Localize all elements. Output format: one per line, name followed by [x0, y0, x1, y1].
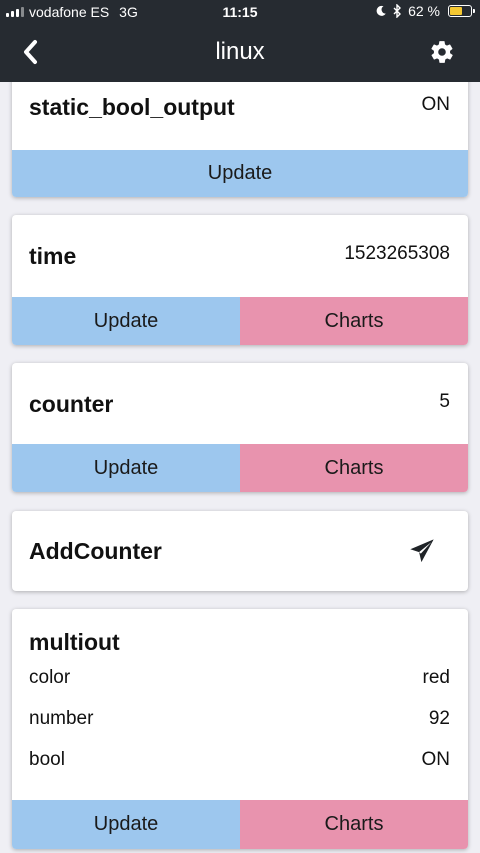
card-title: AddCounter — [29, 538, 162, 564]
card-multiout: multiout color red number 92 bool ON Upd… — [12, 609, 468, 849]
settings-button[interactable] — [426, 36, 458, 68]
card-title: time — [29, 243, 77, 269]
charts-button[interactable]: Charts — [240, 444, 468, 492]
update-button[interactable]: Update — [12, 297, 240, 345]
update-button[interactable]: Update — [12, 444, 240, 492]
multiout-row: bool ON — [12, 745, 468, 775]
row-label: number — [29, 708, 94, 729]
bluetooth-icon — [393, 4, 402, 18]
card-add-counter: AddCounter — [12, 511, 468, 591]
card-static-bool-output: static_bool_output ON Update — [12, 82, 468, 197]
page-title: linux — [215, 38, 265, 65]
content-area[interactable]: static_bool_output ON Update time 152326… — [0, 82, 480, 853]
charts-button[interactable]: Charts — [240, 297, 468, 345]
card-value: 5 — [439, 391, 450, 412]
multiout-row: color red — [12, 663, 468, 693]
card-counter: counter 5 Update Charts — [12, 363, 468, 492]
multiout-row: number 92 — [12, 704, 468, 734]
battery-percent: 62 % — [408, 3, 440, 19]
battery-icon — [448, 5, 475, 17]
charts-button[interactable]: Charts — [240, 800, 468, 849]
nav-bar: linux — [0, 24, 480, 82]
status-bar-right: 62 % — [375, 3, 475, 19]
row-label: color — [29, 667, 71, 688]
card-actions: Update — [12, 150, 468, 197]
gear-icon — [431, 41, 453, 63]
battery-fill — [450, 7, 462, 15]
card-time: time 1523265308 Update Charts — [12, 215, 468, 345]
row-value: red — [422, 667, 450, 688]
card-actions: Update Charts — [12, 297, 468, 345]
card-title: counter — [29, 391, 114, 417]
moon-icon — [376, 5, 386, 16]
row-value: ON — [421, 749, 451, 770]
card-value: ON — [421, 94, 451, 115]
status-bar: vodafone ES 3G 11:15 62 % — [0, 0, 480, 24]
back-button[interactable] — [12, 34, 48, 70]
card-actions: Update Charts — [12, 444, 468, 492]
row-label: bool — [29, 749, 65, 770]
send-button[interactable] — [404, 533, 440, 569]
send-icon — [410, 539, 434, 563]
update-button[interactable]: Update — [12, 800, 240, 849]
app-header: vodafone ES 3G 11:15 62 % linux — [0, 0, 480, 82]
row-value: 92 — [428, 708, 450, 729]
chevron-left-icon — [24, 40, 37, 64]
update-button[interactable]: Update — [12, 150, 468, 197]
card-title: static_bool_output — [29, 94, 235, 120]
card-actions: Update Charts — [12, 800, 468, 849]
card-title: multiout — [29, 629, 120, 655]
card-value: 1523265308 — [344, 243, 450, 264]
